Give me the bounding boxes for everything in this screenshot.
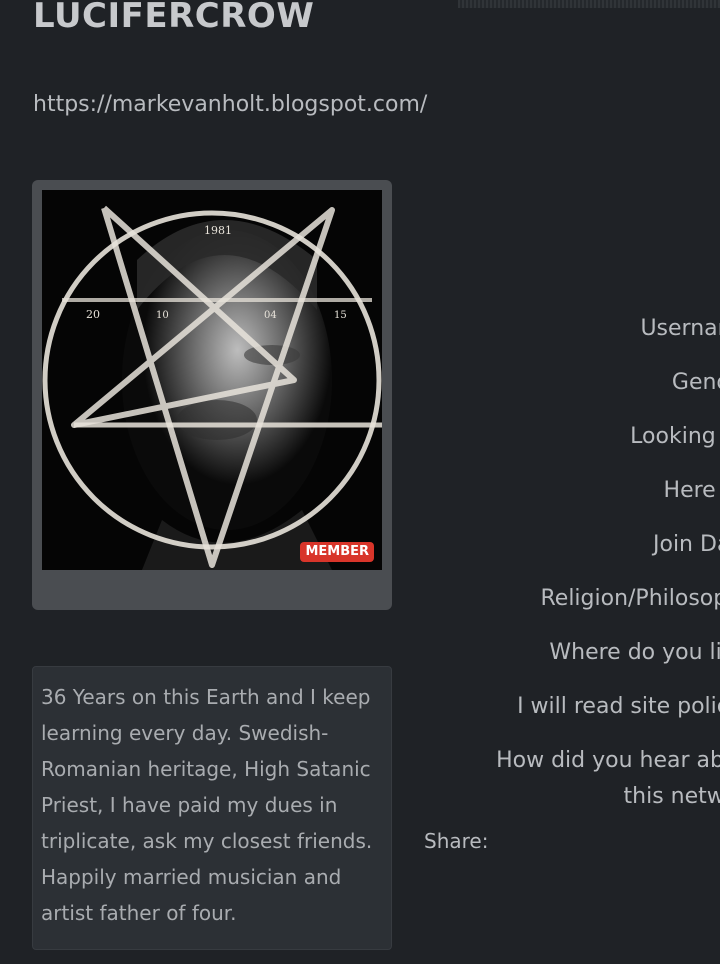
bio-text: 36 Years on this Earth and I keep learni… — [41, 685, 373, 925]
photo-number-mid-left: 10 — [156, 310, 169, 321]
field-label-site-policies: I will read site policies — [517, 694, 720, 719]
field-label-looking-for: Looking for: — [630, 424, 720, 449]
profile-photo-image: 1981 20 10 04 15 — [42, 190, 382, 570]
field-label-username: Username: — [640, 316, 720, 341]
member-badge: MEMBER — [300, 542, 374, 562]
field-label-religion: Religion/Philosophy: — [540, 586, 720, 611]
field-label-location: Where do you live? — [549, 640, 720, 665]
photo-number-left: 20 — [86, 308, 100, 321]
profile-photo[interactable]: 1981 20 10 04 15 MEMBER — [42, 190, 382, 570]
field-label-gender: Gender: — [671, 370, 720, 395]
share-label: Share: — [424, 829, 489, 853]
field-label-here-for: Here for: — [663, 478, 720, 503]
photo-number-top: 1981 — [204, 224, 232, 237]
field-label-heard-about: How did you hear about this network — [496, 748, 720, 809]
field-label-join-date: Join Date: — [653, 532, 720, 557]
profile-page: LUCIFERCROW https://markevanholt.blogspo… — [0, 0, 720, 964]
photo-number-right: 15 — [334, 310, 347, 321]
profile-fields: Username: Gender: Looking for: Here for:… — [420, 0, 720, 964]
profile-photo-card: 1981 20 10 04 15 MEMBER — [32, 180, 392, 610]
profile-url-link[interactable]: https://markevanholt.blogspot.com/ — [33, 92, 427, 117]
photo-number-mid-right: 04 — [264, 310, 277, 321]
profile-name: LUCIFERCROW — [33, 0, 315, 36]
bio-box: 36 Years on this Earth and I keep learni… — [32, 666, 392, 950]
